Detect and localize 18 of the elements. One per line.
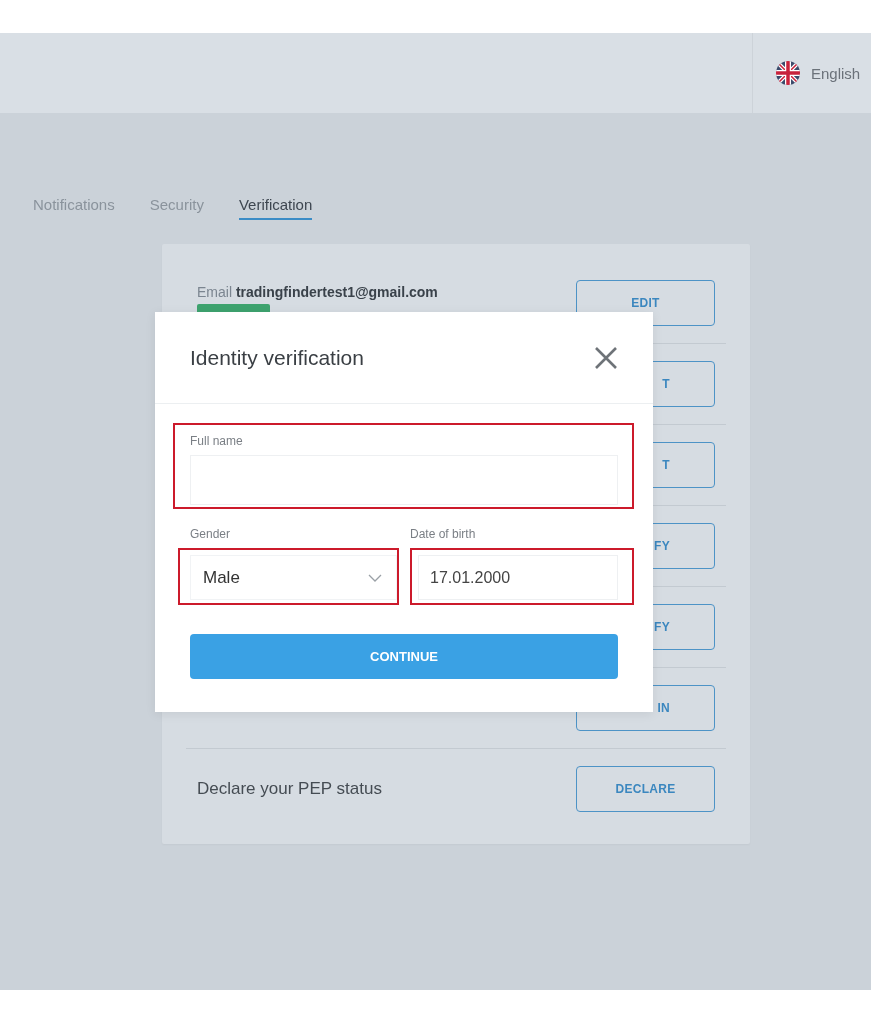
field-label: Date of birth	[410, 526, 477, 542]
field-label: Gender	[189, 526, 232, 542]
dialog-title: Identity verification	[190, 345, 364, 370]
gender-select[interactable]: Male	[190, 555, 397, 600]
tab[interactable]: Verification	[238, 196, 313, 220]
continue-button[interactable]: CONTINUE	[190, 634, 618, 679]
action-button[interactable]: DECLARE	[576, 766, 715, 812]
flag-icon	[776, 61, 800, 85]
close-icon	[594, 345, 618, 370]
email-address: tradingfindertest1@gmail.com	[235, 283, 438, 300]
chevron-down-icon	[368, 573, 382, 582]
tab[interactable]: Notifications	[33, 196, 115, 220]
input-field[interactable]: 17.01.2000	[418, 555, 618, 600]
tab[interactable]: Security	[149, 196, 204, 220]
close-button[interactable]	[594, 345, 618, 370]
email-label: Email	[197, 283, 232, 300]
field-label: Full name	[190, 433, 244, 449]
row-label: Declare your PEP status	[197, 779, 382, 799]
